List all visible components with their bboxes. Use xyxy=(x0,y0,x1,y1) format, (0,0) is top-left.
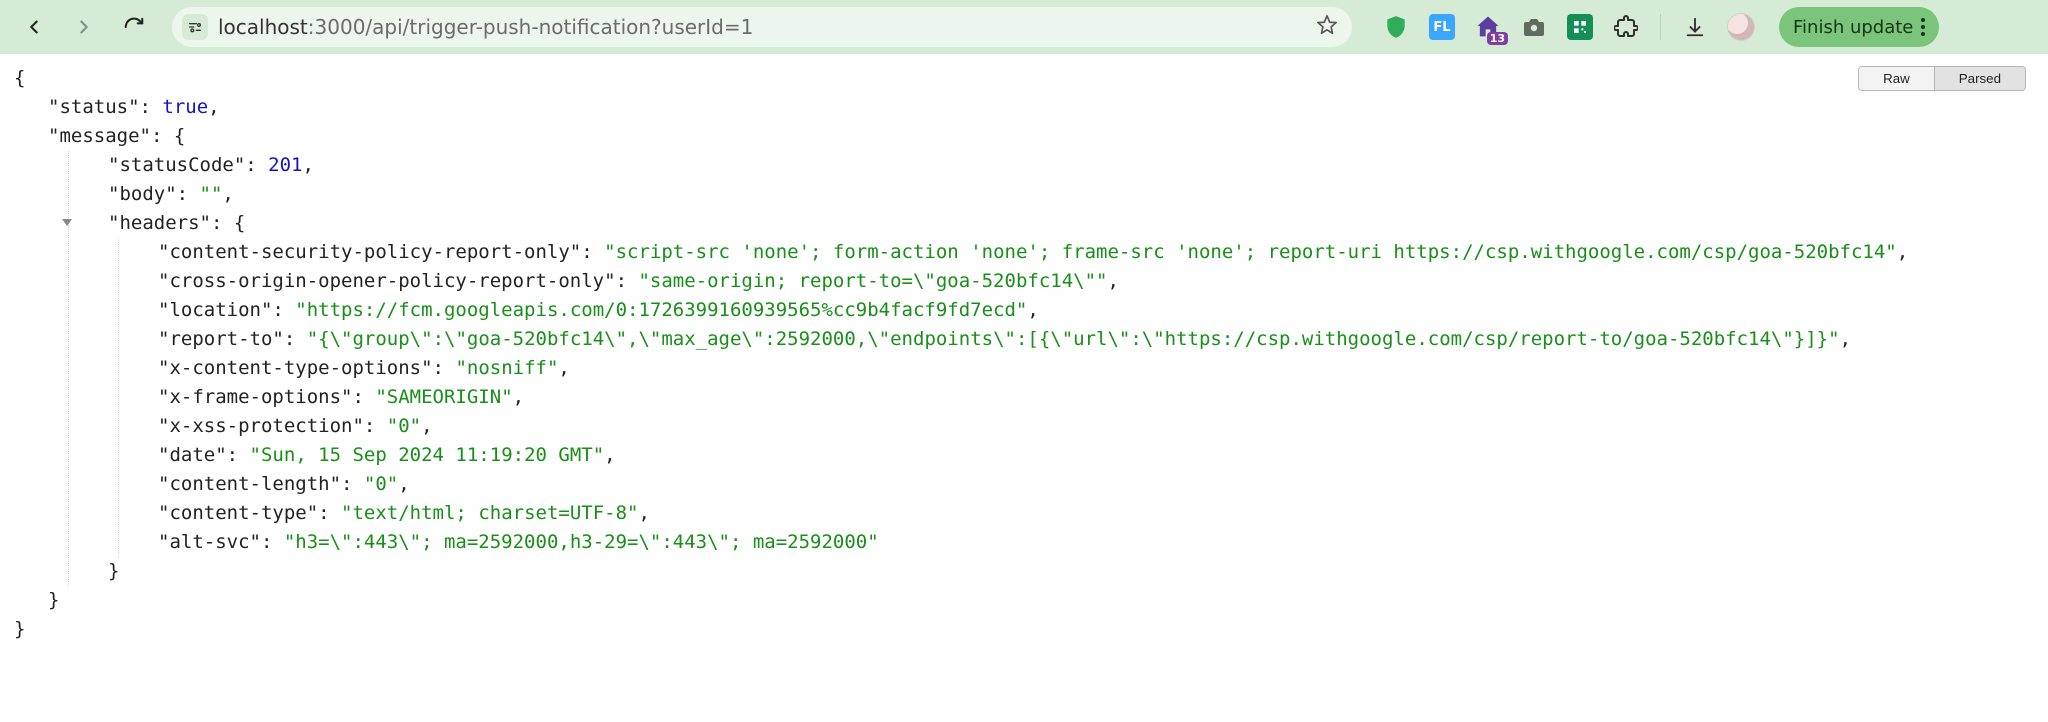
json-row: "statusCode": 201, xyxy=(80,151,2040,180)
json-root-close: } xyxy=(8,615,2040,644)
json-row: "content-length": "0", xyxy=(130,470,2040,499)
json-row: "content-security-policy-report-only": "… xyxy=(130,238,2040,267)
nav-arrows xyxy=(16,9,152,45)
json-message-open[interactable]: "message": { xyxy=(8,122,2040,151)
collapse-toggle-icon[interactable] xyxy=(62,219,72,226)
json-row: "alt-svc": "h3=\":443\"; ma=2592000,h3-2… xyxy=(130,528,2040,557)
json-row: "date": "Sun, 15 Sep 2024 11:19:20 GMT", xyxy=(130,441,2040,470)
bookmark-star-icon[interactable] xyxy=(1316,14,1338,40)
browser-toolbar: localhost:3000/api/trigger-push-notifica… xyxy=(0,0,2048,54)
toolbar-divider xyxy=(1660,14,1661,40)
kebab-menu-icon[interactable] xyxy=(1921,18,1925,36)
finish-update-button[interactable]: Finish update xyxy=(1779,7,1939,47)
json-headers-close: } xyxy=(80,557,2040,586)
extension-fl[interactable]: FL xyxy=(1428,13,1456,41)
camera-icon[interactable] xyxy=(1520,13,1548,41)
address-bar[interactable]: localhost:3000/api/trigger-push-notifica… xyxy=(172,7,1352,47)
reload-button[interactable] xyxy=(116,9,152,45)
finish-update-label: Finish update xyxy=(1793,17,1913,38)
json-row: "body": "", xyxy=(80,180,2040,209)
url-port: :3000 xyxy=(308,15,366,39)
url-path: /api/trigger-push-notification?userId=1 xyxy=(365,15,753,39)
json-row: "report-to": "{\"group\":\"goa-520bfc14\… xyxy=(130,325,2040,354)
json-headers-open[interactable]: "headers": { xyxy=(80,209,2040,238)
json-row: "content-type": "text/html; charset=UTF-… xyxy=(130,499,2040,528)
json-row: "x-frame-options": "SAMEORIGIN", xyxy=(130,383,2040,412)
profile-avatar[interactable] xyxy=(1727,13,1755,41)
json-row: "x-content-type-options": "nosniff", xyxy=(130,354,2040,383)
extension-fl-label: FL xyxy=(1429,14,1455,40)
json-row: "cross-origin-opener-policy-report-only"… xyxy=(130,267,2040,296)
extension-qr-icon[interactable] xyxy=(1566,13,1594,41)
json-root-open[interactable]: { xyxy=(8,64,2040,93)
downloads-icon[interactable] xyxy=(1681,13,1709,41)
shield-icon[interactable] xyxy=(1382,13,1410,41)
url-host: localhost xyxy=(218,15,308,39)
json-row: "location": "https://fcm.googleapis.com/… xyxy=(130,296,2040,325)
extensions-puzzle-icon[interactable] xyxy=(1612,13,1640,41)
json-row: "status": true, xyxy=(8,93,2040,122)
back-button[interactable] xyxy=(16,9,52,45)
json-row: "x-xss-protection": "0", xyxy=(130,412,2040,441)
json-viewer: Raw Parsed { "status": true, "message": … xyxy=(0,54,2048,644)
extensions-row: FL 13 Finish update xyxy=(1382,7,1939,47)
json-message-close: } xyxy=(8,586,2040,615)
extension-home-badge: 13 xyxy=(1487,32,1508,45)
extension-home-icon[interactable]: 13 xyxy=(1474,13,1502,41)
forward-button[interactable] xyxy=(66,9,102,45)
url-text: localhost:3000/api/trigger-push-notifica… xyxy=(218,15,1306,39)
site-info-icon[interactable] xyxy=(182,14,208,40)
